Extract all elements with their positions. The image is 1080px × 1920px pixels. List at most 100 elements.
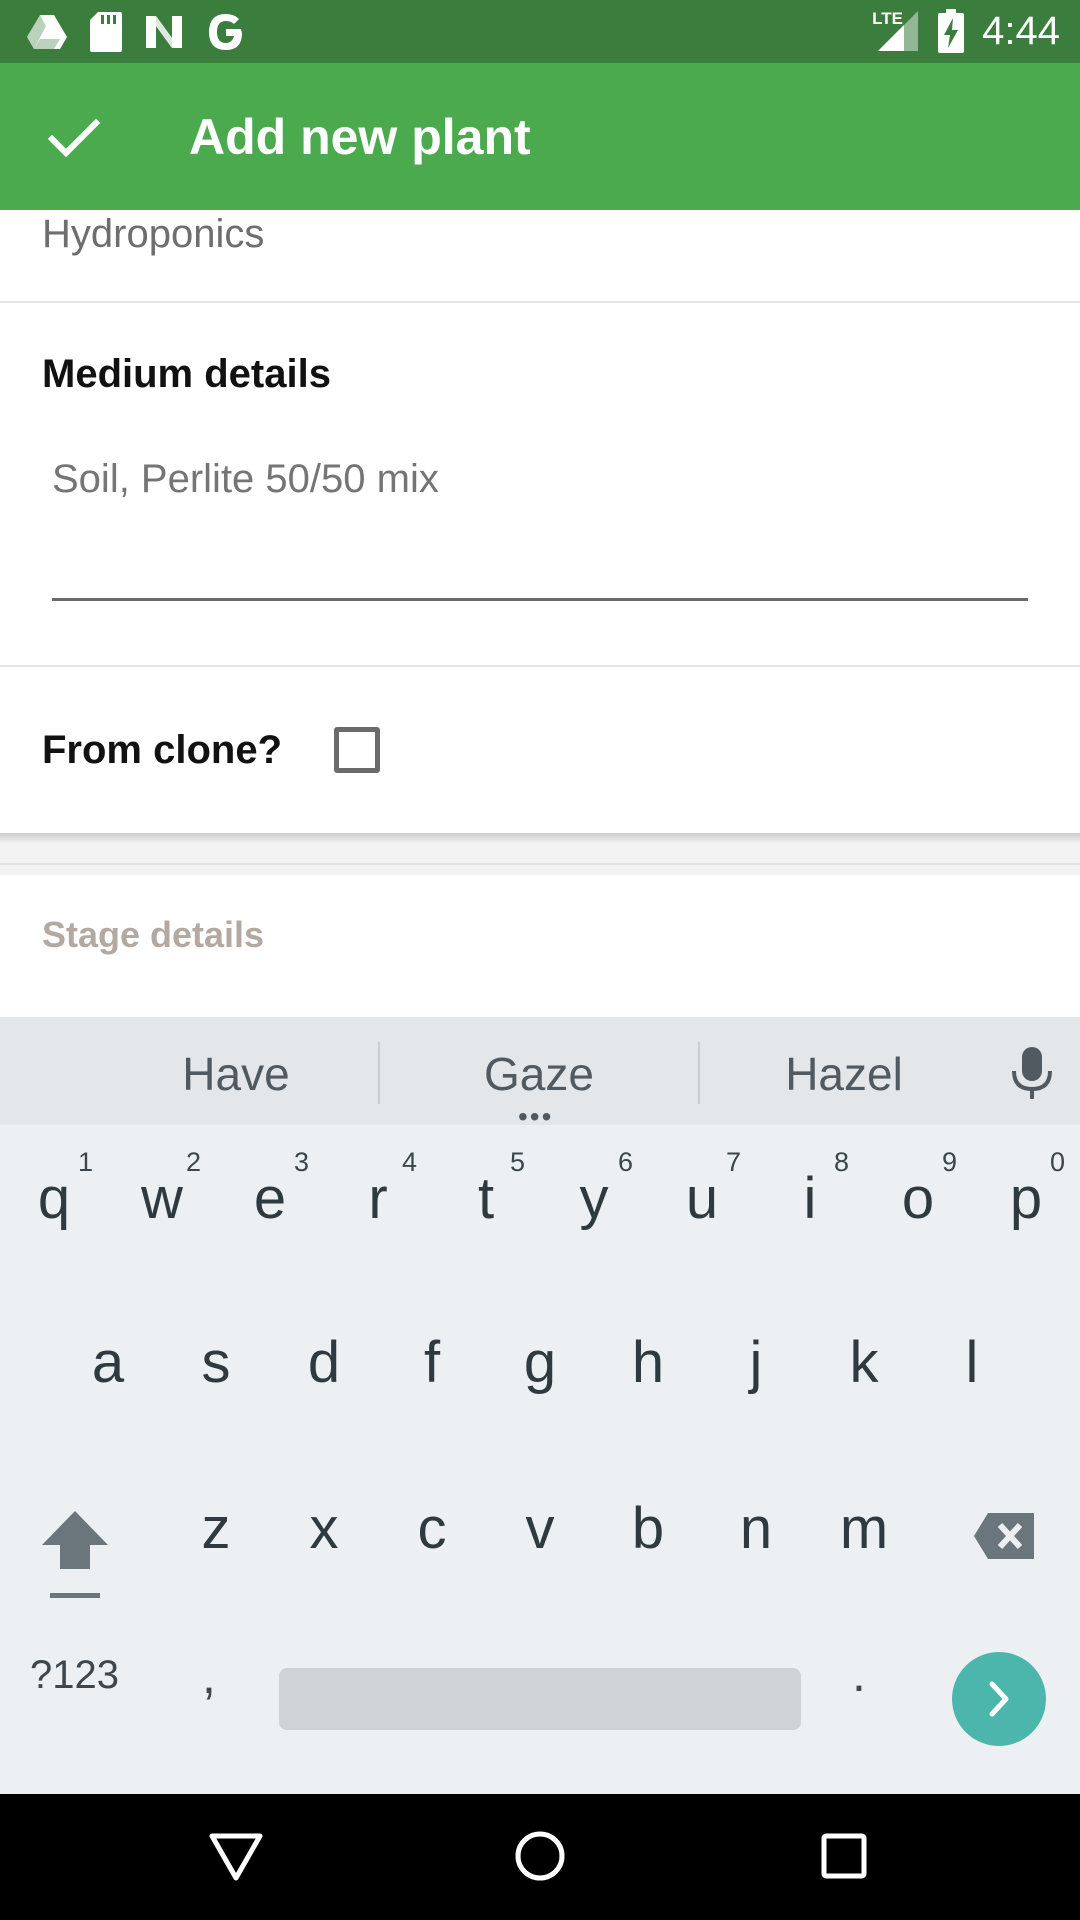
microphone-icon[interactable]: [1010, 1045, 1054, 1101]
key-t[interactable]: 5t: [432, 1143, 540, 1283]
medium-details-input[interactable]: [52, 444, 1028, 514]
key-letter: k: [849, 1330, 879, 1395]
key-letter: d: [307, 1330, 341, 1395]
key-letter: g: [523, 1330, 557, 1395]
medium-details-label: Medium details: [42, 352, 331, 396]
key-letter: n: [739, 1496, 773, 1561]
key-x[interactable]: x: [270, 1449, 378, 1589]
card-gap: [0, 843, 1080, 875]
key-letter: w: [141, 1166, 183, 1231]
key-letter: s: [201, 1330, 231, 1395]
key-letter: l: [965, 1330, 979, 1395]
key-k[interactable]: k: [810, 1283, 918, 1423]
suggestion-strip: Have Gaze ••• Hazel: [0, 1017, 1080, 1132]
symbols-key[interactable]: ?123: [30, 1653, 119, 1698]
battery-charging-icon: [938, 9, 965, 53]
signal-icon: [878, 11, 919, 51]
key-l[interactable]: l: [918, 1283, 1026, 1423]
card-shadow: [0, 833, 1080, 843]
key-b[interactable]: b: [594, 1449, 702, 1589]
clock: 4:44: [982, 8, 1060, 53]
divider: [0, 301, 1080, 303]
more-suggestions-icon: •••: [518, 1101, 554, 1132]
suggestion-3[interactable]: Hazel: [724, 1047, 964, 1101]
key-letter: q: [37, 1166, 71, 1231]
key-letter: z: [201, 1496, 231, 1561]
period-key[interactable]: .: [852, 1645, 866, 1703]
sd-card-icon: [90, 12, 122, 52]
suggestion-2[interactable]: Gaze: [419, 1047, 659, 1101]
key-z[interactable]: z: [162, 1449, 270, 1589]
divider: [0, 665, 1080, 667]
key-p[interactable]: 0p: [972, 1143, 1080, 1283]
key-letter: a: [91, 1330, 125, 1395]
from-clone-label: From clone?: [42, 728, 283, 772]
key-letter: h: [631, 1330, 665, 1395]
key-v[interactable]: v: [486, 1449, 594, 1589]
signal-indicator: LTE: [870, 9, 920, 53]
space-key[interactable]: [279, 1668, 801, 1730]
key-y[interactable]: 6y: [540, 1143, 648, 1283]
medium-details-underline: [52, 598, 1028, 601]
key-w[interactable]: 2w: [108, 1143, 216, 1283]
comma-key[interactable]: ,: [202, 1647, 216, 1705]
stage-details-title[interactable]: Stage details: [42, 914, 264, 956]
key-j[interactable]: j: [702, 1283, 810, 1423]
google-icon: [209, 14, 242, 50]
key-letter: b: [631, 1496, 665, 1561]
suggestion-separator: [378, 1042, 380, 1104]
key-letter: u: [685, 1166, 719, 1231]
key-c[interactable]: c: [378, 1449, 486, 1589]
key-letter: t: [477, 1166, 495, 1231]
soft-keyboard: Have Gaze ••• Hazel 1q 2w 3e 4r 5t 6y 7u…: [0, 1017, 1080, 1794]
from-clone-checkbox[interactable]: [334, 727, 380, 773]
shift-icon[interactable]: [38, 1507, 112, 1602]
key-letter: v: [525, 1496, 555, 1561]
key-letter: f: [423, 1330, 441, 1395]
status-bar: LTE 4:44: [0, 0, 1080, 63]
card-edge: [0, 863, 1080, 865]
chevron-right-icon: [989, 1681, 1009, 1717]
key-letter: j: [749, 1330, 763, 1395]
key-m[interactable]: m: [810, 1449, 918, 1589]
key-i[interactable]: 8i: [756, 1143, 864, 1283]
key-letter: x: [309, 1496, 339, 1561]
key-g[interactable]: g: [486, 1283, 594, 1423]
key-u[interactable]: 7u: [648, 1143, 756, 1283]
key-letter: e: [253, 1166, 287, 1231]
key-letter: p: [1009, 1166, 1043, 1231]
drive-icon: [27, 15, 67, 49]
suggestion-separator: [698, 1042, 700, 1104]
recents-icon[interactable]: [814, 1826, 874, 1886]
home-icon[interactable]: [510, 1826, 570, 1886]
key-letter: c: [417, 1496, 447, 1561]
system-icons: LTE 4:44: [870, 8, 1060, 54]
n-app-icon: [146, 16, 182, 48]
backspace-icon[interactable]: [972, 1511, 1036, 1561]
key-letter: i: [803, 1166, 817, 1231]
notification-icons: [26, 10, 246, 54]
next-key[interactable]: [952, 1652, 1046, 1746]
key-a[interactable]: a: [54, 1283, 162, 1423]
key-r[interactable]: 4r: [324, 1143, 432, 1283]
key-s[interactable]: s: [162, 1283, 270, 1423]
key-letter: o: [901, 1166, 935, 1231]
suggestion-1[interactable]: Have: [116, 1047, 356, 1101]
key-n[interactable]: n: [702, 1449, 810, 1589]
medium-value[interactable]: Hydroponics: [42, 212, 264, 257]
key-q[interactable]: 1q: [0, 1143, 108, 1283]
plant-form: Hydroponics Medium details From clone? S…: [0, 210, 1080, 1017]
check-icon[interactable]: [44, 107, 104, 167]
key-e[interactable]: 3e: [216, 1143, 324, 1283]
back-icon[interactable]: [206, 1826, 266, 1886]
key-letter: r: [368, 1166, 388, 1231]
page-title: Add new plant: [189, 109, 531, 165]
key-f[interactable]: f: [378, 1283, 486, 1423]
key-d[interactable]: d: [270, 1283, 378, 1423]
key-letter: y: [579, 1166, 609, 1231]
key-o[interactable]: 9o: [864, 1143, 972, 1283]
navigation-bar: [0, 1794, 1080, 1920]
app-bar: Add new plant: [0, 63, 1080, 210]
key-letter: m: [839, 1496, 889, 1561]
key-h[interactable]: h: [594, 1283, 702, 1423]
